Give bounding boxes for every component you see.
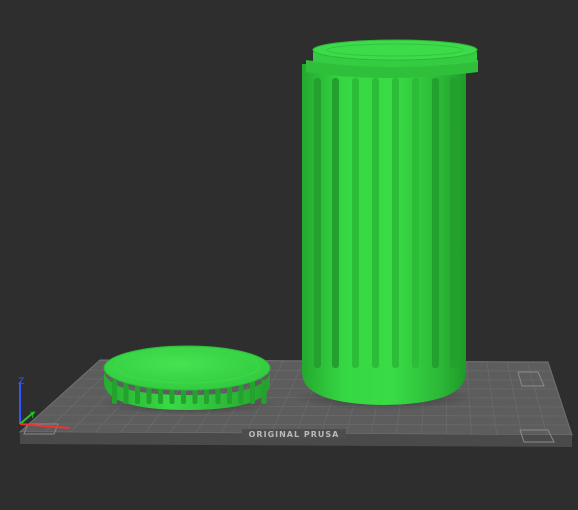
knurled-cap-model[interactable] bbox=[103, 345, 271, 410]
ribbed-cylinder-model[interactable] bbox=[302, 39, 478, 405]
container-rib bbox=[412, 78, 419, 368]
cap-rib bbox=[261, 380, 267, 404]
z-axis-label: Z bbox=[18, 377, 24, 387]
container-rib bbox=[332, 78, 339, 368]
3d-viewport[interactable]: ORIGINAL PRUSA Z Y bbox=[0, 0, 578, 510]
container-rib bbox=[432, 78, 439, 368]
cap-rib bbox=[250, 380, 255, 404]
y-axis-label: Y bbox=[29, 411, 36, 421]
container-rib bbox=[314, 78, 321, 368]
container-rib bbox=[372, 78, 379, 368]
cap-rib bbox=[112, 380, 117, 404]
scene-canvas[interactable]: ORIGINAL PRUSA Z Y bbox=[0, 0, 578, 510]
container-rib bbox=[450, 78, 457, 368]
container-rib bbox=[392, 78, 399, 368]
container-rib bbox=[352, 78, 359, 368]
bed-logo-text: ORIGINAL PRUSA bbox=[249, 430, 340, 439]
